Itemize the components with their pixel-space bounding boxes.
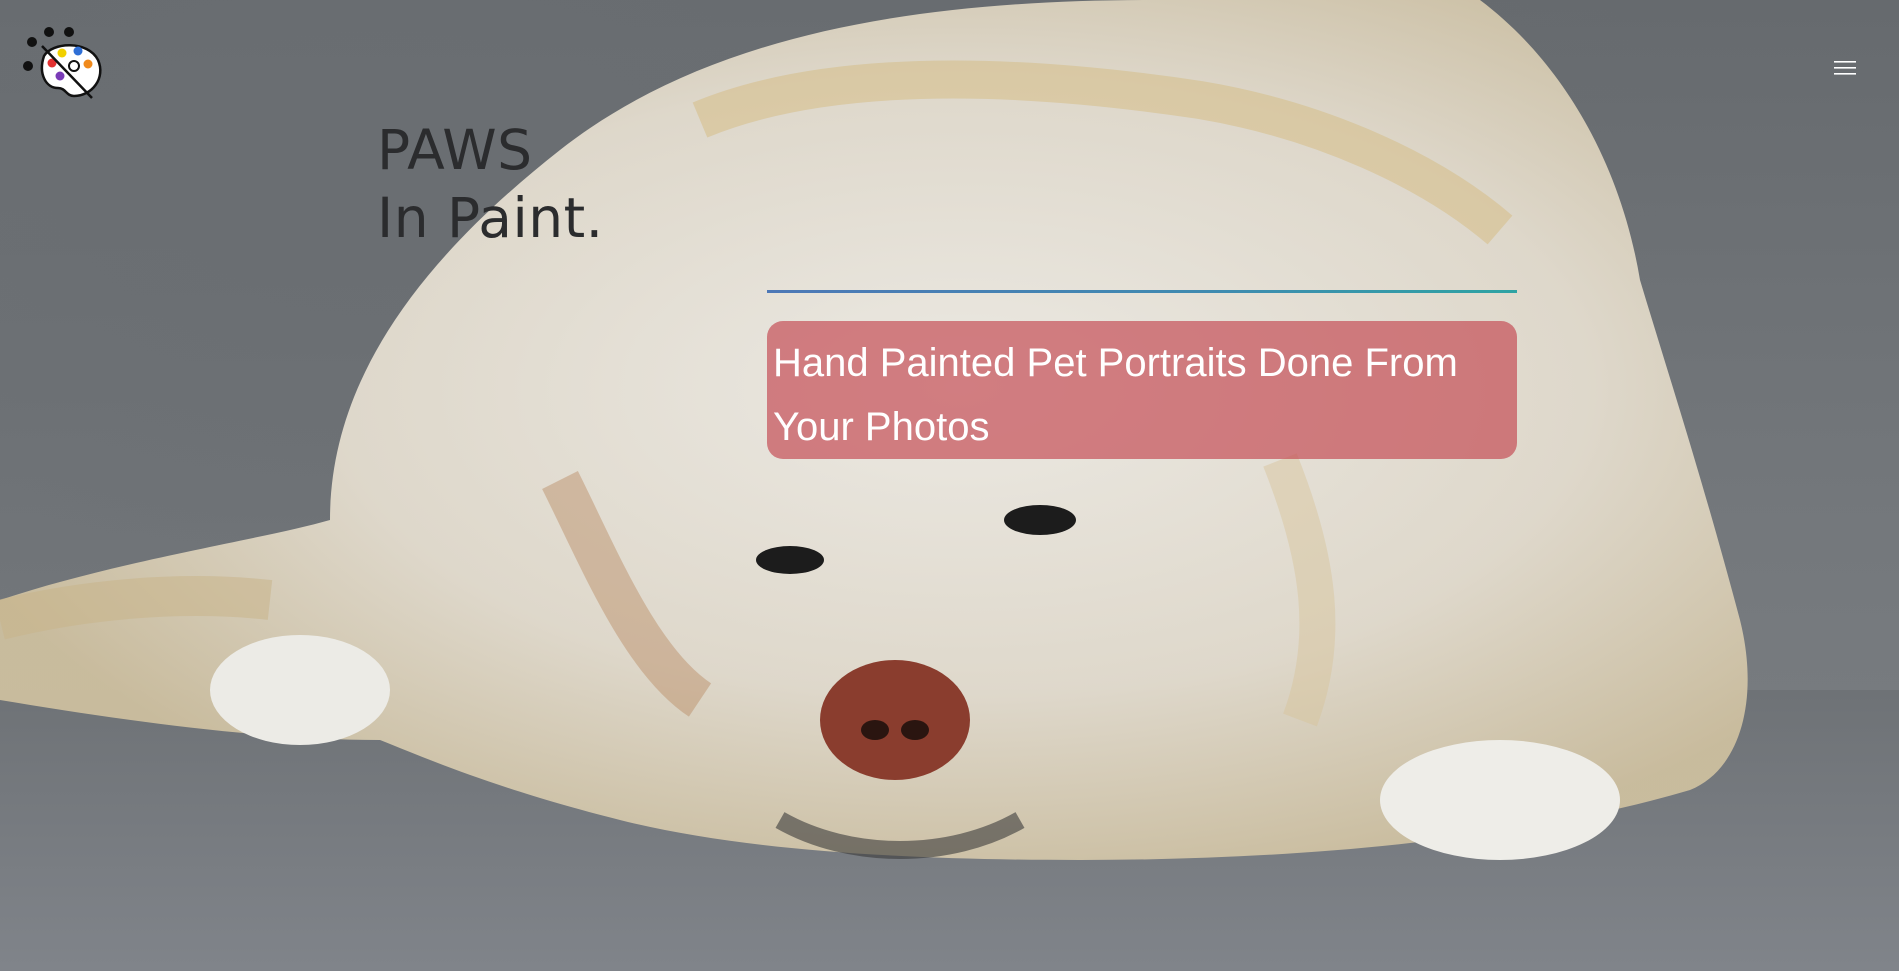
nostril-right [901,720,929,740]
left-eye [756,546,824,574]
hamburger-menu-icon[interactable] [1830,56,1860,80]
left-paw [210,635,390,745]
dog-painting-background [0,0,1899,971]
tagline-box: Hand Painted Pet Portraits Done From You… [767,321,1517,459]
hero-tagline: Hand Painted Pet Portraits Done From You… [773,341,1458,449]
site-title: PAWS In Paint. [377,116,604,252]
dog-nose [820,660,970,780]
hero-section: PAWS In Paint. Hand Painted Pet Portrait… [0,0,1899,971]
site-title-line1: PAWS [377,118,533,182]
right-eye [1004,505,1076,535]
right-paw [1380,740,1620,860]
logo-graphic [23,27,102,99]
paw-left-shade [0,576,273,640]
site-title-line2: In Paint. [377,186,604,250]
menu-glyph [1834,61,1856,75]
accent-divider [767,290,1517,293]
paw-palette-logo-icon[interactable] [22,26,106,102]
nostril-left [861,720,889,740]
